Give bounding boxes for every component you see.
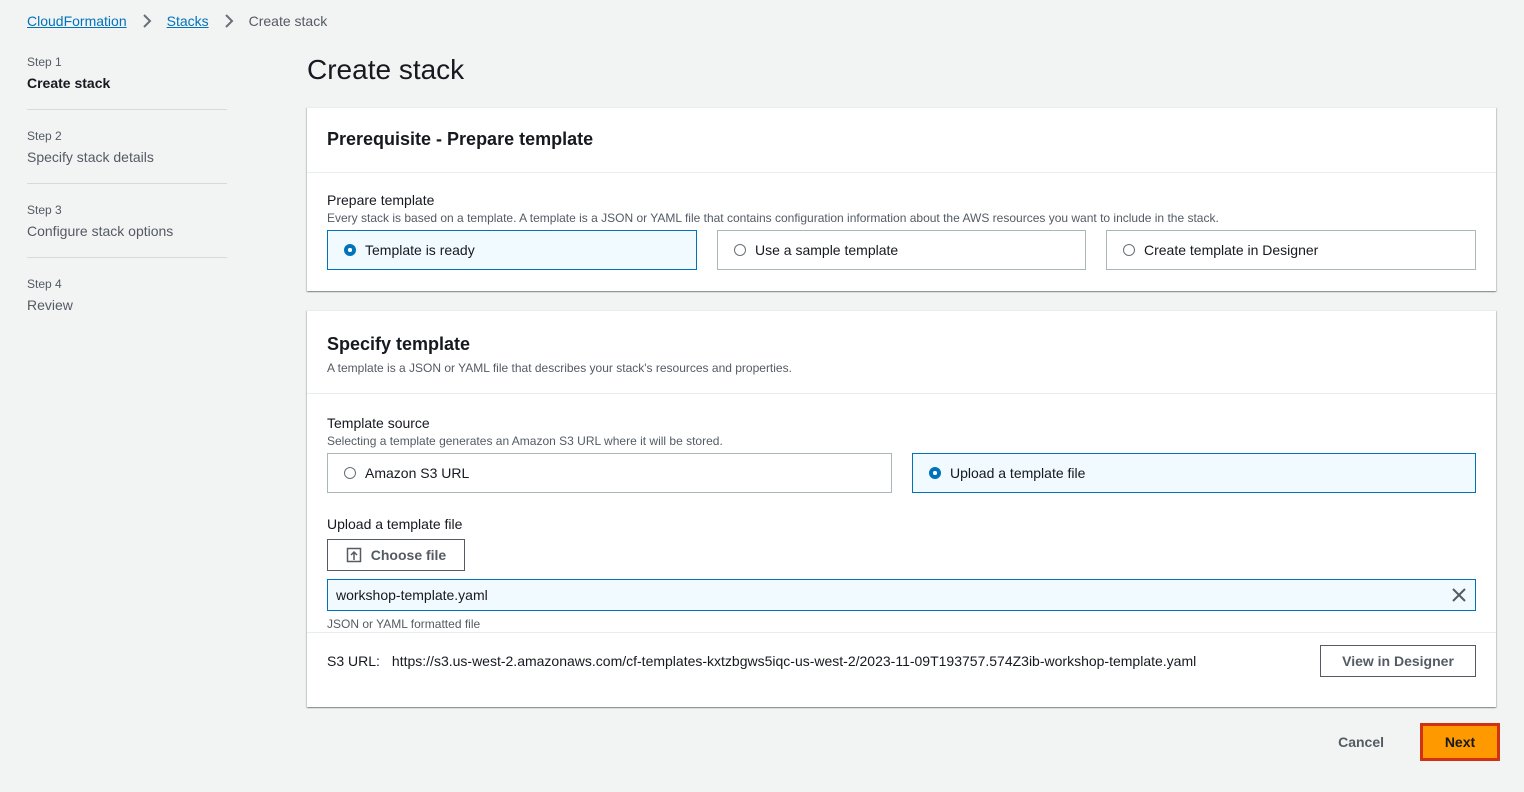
view-in-designer-button[interactable]: View in Designer: [1320, 645, 1476, 677]
breadcrumb: CloudFormation Stacks Create stack: [27, 11, 327, 31]
close-icon[interactable]: [1451, 587, 1467, 603]
step-number: Step 1: [27, 55, 62, 69]
option-label: Create template in Designer: [1144, 242, 1319, 258]
option-label: Template is ready: [365, 242, 475, 258]
page-title: Create stack: [307, 54, 465, 85]
option-use-sample-template[interactable]: Use a sample template: [717, 230, 1086, 270]
breadcrumb-current: Create stack: [248, 13, 328, 29]
step-review: Step 4 Review: [27, 274, 227, 331]
chevron-right-icon: [224, 14, 234, 28]
template-source-options: Amazon S3 URL Upload a template file: [327, 453, 1476, 493]
choose-file-button[interactable]: Choose file: [327, 539, 465, 571]
field-label: Upload a template file: [327, 516, 463, 532]
chevron-right-icon: [142, 14, 152, 28]
field-label: Template source: [327, 415, 430, 431]
panel-header: Prerequisite - Prepare template: [307, 108, 1496, 173]
step-title: Review: [27, 297, 73, 313]
step-number: Step 4: [27, 277, 62, 291]
panel-heading: Prerequisite - Prepare template: [327, 129, 594, 149]
step-title: Configure stack options: [27, 223, 174, 239]
option-amazon-s3-url[interactable]: Amazon S3 URL: [327, 453, 892, 493]
prepare-template-options: Template is ready Use a sample template …: [327, 230, 1476, 270]
step-number: Step 2: [27, 129, 62, 143]
step-create-stack: Step 1 Create stack: [27, 52, 227, 110]
file-name: workshop-template.yaml: [336, 587, 488, 603]
cancel-button[interactable]: Cancel: [1338, 734, 1384, 750]
button-label: Choose file: [370, 547, 447, 563]
upload-icon: [346, 547, 362, 563]
panel-description: A template is a JSON or YAML file that d…: [327, 361, 792, 375]
step-specify-stack-details: Step 2 Specify stack details: [27, 126, 227, 184]
radio-icon: [734, 244, 746, 256]
wizard-actions: Cancel Next: [1338, 723, 1500, 761]
step-title: Specify stack details: [27, 149, 154, 165]
option-label: Amazon S3 URL: [365, 465, 470, 481]
radio-icon: [344, 467, 356, 479]
file-hint: JSON or YAML formatted file: [327, 617, 481, 631]
s3-url-row: S3 URL: https://s3.us-west-2.amazonaws.c…: [307, 632, 1496, 689]
option-label: Upload a template file: [950, 465, 1086, 481]
breadcrumb-cloudformation[interactable]: CloudFormation: [27, 13, 127, 29]
wizard-steps: Step 1 Create stack Step 2 Specify stack…: [27, 52, 227, 347]
panel-heading: Specify template: [327, 334, 471, 354]
s3-url-label: S3 URL:: [327, 653, 380, 669]
step-title: Create stack: [27, 75, 111, 91]
step-configure-stack-options: Step 3 Configure stack options: [27, 200, 227, 258]
field-label: Prepare template: [327, 192, 435, 208]
s3-url-value: https://s3.us-west-2.amazonaws.com/cf-te…: [391, 653, 1197, 669]
specify-template-panel: Specify template A template is a JSON or…: [307, 310, 1496, 707]
prepare-template-field: Prepare template Every stack is based on…: [307, 173, 1496, 270]
s3-url-display: S3 URL: https://s3.us-west-2.amazonaws.c…: [327, 653, 1196, 669]
next-button[interactable]: Next: [1420, 723, 1500, 761]
template-source-field: Template source Selecting a template gen…: [307, 394, 1496, 632]
option-upload-template-file[interactable]: Upload a template file: [912, 453, 1476, 493]
prepare-template-panel: Prerequisite - Prepare template Prepare …: [307, 107, 1496, 291]
radio-selected-icon: [929, 467, 941, 479]
selected-file-token: workshop-template.yaml: [327, 579, 1476, 611]
radio-icon: [1123, 244, 1135, 256]
radio-selected-icon: [344, 244, 356, 256]
panel-header: Specify template A template is a JSON or…: [307, 311, 1496, 394]
option-create-in-designer[interactable]: Create template in Designer: [1106, 230, 1476, 270]
option-label: Use a sample template: [755, 242, 899, 258]
field-description: Selecting a template generates an Amazon…: [327, 434, 723, 448]
breadcrumb-stacks[interactable]: Stacks: [167, 13, 209, 29]
field-description: Every stack is based on a template. A te…: [327, 211, 1219, 225]
option-template-is-ready[interactable]: Template is ready: [327, 230, 697, 270]
step-number: Step 3: [27, 203, 62, 217]
